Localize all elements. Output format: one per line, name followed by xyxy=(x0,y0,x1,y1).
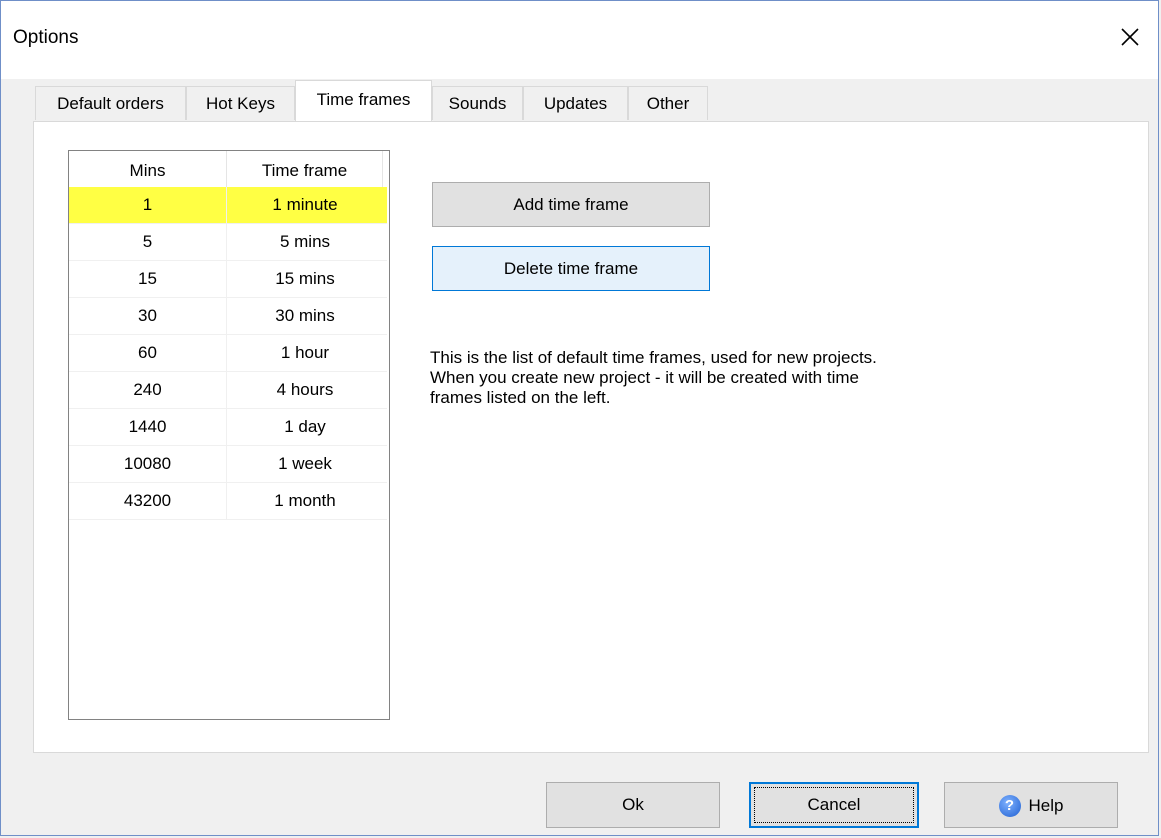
add-time-frame-button[interactable]: Add time frame xyxy=(432,182,710,227)
cell-time-frame: 1 day xyxy=(284,417,326,436)
description-line: frames listed on the left. xyxy=(430,388,611,407)
tab-time-frames[interactable]: Time frames xyxy=(295,80,432,121)
column-header-mins[interactable]: Mins xyxy=(69,151,227,187)
cell-mins: 5 xyxy=(69,224,227,260)
table-row[interactable]: 43200 1 month xyxy=(69,483,387,520)
help-button[interactable]: ? Help xyxy=(944,782,1118,828)
options-dialog: Options Default orders Hot Keys Time fra… xyxy=(0,0,1159,836)
cell-time-frame: 1 hour xyxy=(280,343,330,362)
cell-time-frame: 1 minute xyxy=(272,195,338,214)
cell-time-frame: 4 hours xyxy=(276,380,334,399)
title-bar: Options xyxy=(1,1,1158,79)
time-frames-panel: Mins Time frame 1 1 minute 5 5 mins 15 15 min… xyxy=(33,121,1149,753)
tab-default-orders[interactable]: Default orders xyxy=(35,86,186,120)
cell-mins: 240 xyxy=(69,372,227,408)
tab-sounds[interactable]: Sounds xyxy=(432,86,523,120)
help-label: Help xyxy=(1028,796,1064,815)
delete-time-frame-button[interactable]: Delete time frame xyxy=(432,246,710,291)
cancel-button[interactable]: Cancel xyxy=(749,782,919,828)
cell-mins: 1440 xyxy=(69,409,227,445)
cell-time-frame: 30 mins xyxy=(275,306,335,325)
table-row[interactable]: 240 4 hours xyxy=(69,372,387,409)
ok-button[interactable]: Ok xyxy=(546,782,720,828)
list-rows: 1 1 minute 5 5 mins 15 15 mins 30 30 mins 60 1 ho… xyxy=(69,187,387,520)
time-frames-list[interactable]: Mins Time frame 1 1 minute 5 5 mins 15 15 min… xyxy=(68,150,390,720)
cell-mins: 60 xyxy=(69,335,227,371)
window-title: Options xyxy=(13,27,79,48)
cell-time-frame: 1 month xyxy=(274,491,336,510)
description-text: This is the list of default time frames,… xyxy=(430,348,1030,408)
cell-mins: 15 xyxy=(69,261,227,297)
table-row[interactable]: 1440 1 day xyxy=(69,409,387,446)
table-row[interactable]: 10080 1 week xyxy=(69,446,387,483)
cell-mins: 1 xyxy=(69,187,227,223)
table-row[interactable]: 30 30 mins xyxy=(69,298,387,335)
table-row[interactable]: 5 5 mins xyxy=(69,224,387,261)
focus-rectangle xyxy=(754,787,914,823)
description-line: When you create new project - it will be… xyxy=(430,368,859,387)
tab-hot-keys[interactable]: Hot Keys xyxy=(186,86,295,120)
cell-time-frame: 1 week xyxy=(278,454,332,473)
cell-time-frame: 15 mins xyxy=(275,269,335,288)
cell-mins: 43200 xyxy=(69,483,227,519)
description-line: This is the list of default time frames,… xyxy=(430,348,877,367)
cell-mins: 10080 xyxy=(69,446,227,482)
cell-time-frame: 5 mins xyxy=(279,232,331,251)
table-row[interactable]: 60 1 hour xyxy=(69,335,387,372)
tab-updates[interactable]: Updates xyxy=(523,86,628,120)
cell-mins: 30 xyxy=(69,298,227,334)
close-icon xyxy=(1121,28,1139,46)
table-row[interactable]: 1 1 minute xyxy=(69,187,387,224)
close-button[interactable] xyxy=(1116,23,1144,51)
column-header-time-frame[interactable]: Time frame xyxy=(227,151,383,187)
table-row[interactable]: 15 15 mins xyxy=(69,261,387,298)
help-icon: ? xyxy=(998,795,1021,817)
list-header: Mins Time frame xyxy=(69,151,387,188)
tab-other[interactable]: Other xyxy=(628,86,708,120)
